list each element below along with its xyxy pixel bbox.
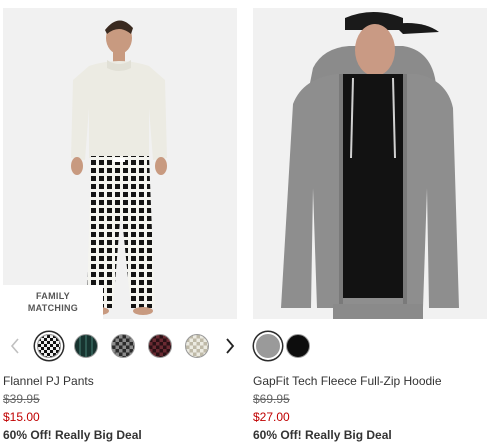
sale-price: $15.00 (3, 410, 40, 424)
swatch-black[interactable] (286, 334, 310, 358)
badge-line-2: MATCHING (27, 303, 79, 313)
product-info: GapFit Tech Fleece Full-Zip Hoodie $69.9… (253, 374, 493, 443)
product-name[interactable]: Flannel PJ Pants (3, 374, 243, 389)
swatch-grey-plaid[interactable] (111, 334, 135, 358)
model-photo (3, 8, 237, 319)
product-image[interactable]: FAMILY MATCHING (3, 8, 237, 319)
family-matching-badge: FAMILY MATCHING (3, 285, 103, 319)
swatch-cream-plaid[interactable] (185, 334, 209, 358)
badge-line-1: FAMILY (36, 291, 70, 301)
product-image[interactable] (253, 8, 487, 319)
promo-text: 60% Off! Really Big Deal (253, 428, 392, 442)
original-price: $69.95 (253, 392, 290, 406)
promo-text: 60% Off! Really Big Deal (3, 428, 142, 442)
product-name[interactable]: GapFit Tech Fleece Full-Zip Hoodie (253, 374, 493, 389)
original-price: $39.95 (3, 392, 40, 406)
sale-price: $27.00 (253, 410, 290, 424)
chevron-right-icon[interactable] (222, 334, 238, 358)
swatch-red-plaid[interactable] (148, 334, 172, 358)
product-card-gapfit-hoodie[interactable]: GapFit Tech Fleece Full-Zip Hoodie $69.9… (253, 8, 487, 442)
color-swatch-row (253, 332, 316, 360)
product-info: Flannel PJ Pants $39.95 $15.00 60% Off! … (3, 374, 243, 443)
model-photo (253, 8, 487, 319)
product-card-flannel-pj-pants[interactable]: FAMILY MATCHING Flannel PJ Pants $39.95 … (3, 8, 237, 442)
color-swatch-row (7, 332, 238, 360)
swatch-green-plaid[interactable] (74, 334, 98, 358)
swatch-black-white-check[interactable] (37, 334, 61, 358)
swatch-heather-grey[interactable] (256, 334, 280, 358)
chevron-left-icon[interactable] (7, 334, 23, 358)
